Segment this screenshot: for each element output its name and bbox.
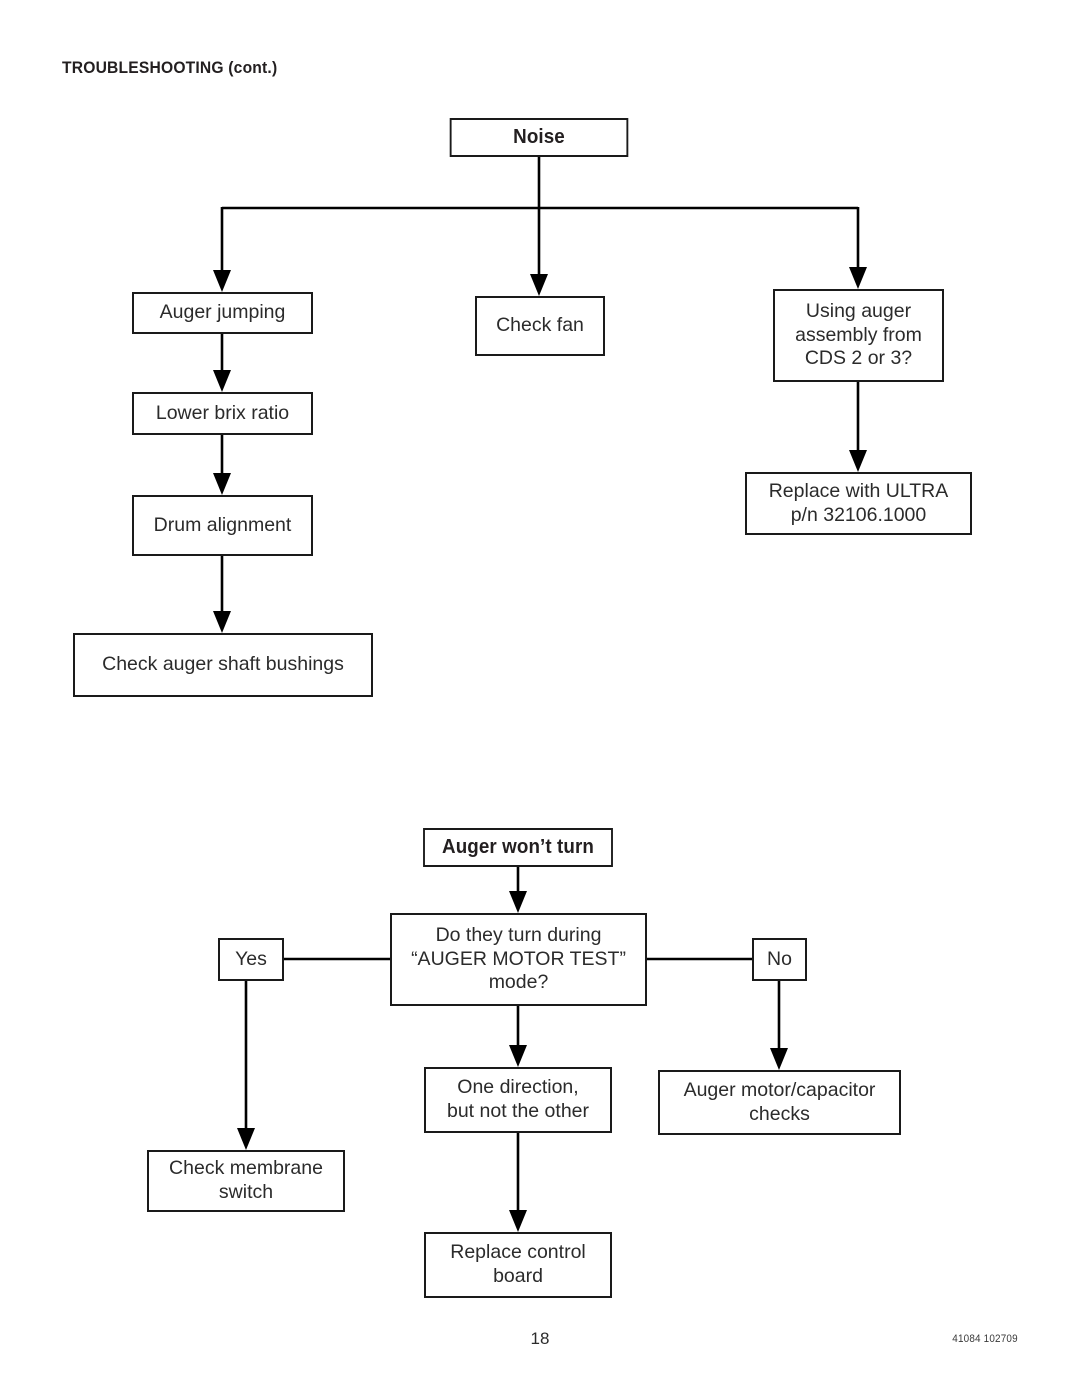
node-label: Do they turn during “AUGER MOTOR TEST” m…	[411, 924, 626, 994]
page-number: 18	[530, 1329, 550, 1348]
node-replace-with-ultra[interactable]: Replace with ULTRA p/n 32106.1000	[745, 472, 972, 535]
node-label: Yes	[235, 947, 267, 970]
node-drum-alignment[interactable]: Drum alignment	[132, 495, 313, 556]
node-lower-brix-ratio[interactable]: Lower brix ratio	[132, 392, 313, 435]
node-label: Lower brix ratio	[155, 401, 290, 424]
document-page: TROUBLESHOOTING (cont.) Noise Auger jump…	[0, 0, 1080, 1397]
node-label: Replace with ULTRA p/n 32106.1000	[768, 479, 949, 526]
node-label: Auger won’t turn	[442, 836, 594, 859]
document-code: 41084 102709	[952, 1333, 1018, 1345]
node-label: No	[767, 947, 792, 970]
node-label: Noise	[513, 126, 565, 149]
node-label: Using auger assembly from CDS 2 or 3?	[795, 300, 922, 370]
node-auger-motor-test-decision[interactable]: Do they turn during “AUGER MOTOR TEST” m…	[390, 913, 647, 1006]
node-label: Replace control board	[450, 1241, 586, 1287]
node-answer-no[interactable]: No	[752, 938, 807, 981]
node-check-auger-shaft-bushings[interactable]: Check auger shaft bushings	[73, 633, 373, 697]
node-label: One direction, but not the other	[446, 1076, 590, 1122]
node-auger-wont-turn[interactable]: Auger won’t turn	[423, 828, 613, 867]
node-one-direction[interactable]: One direction, but not the other	[424, 1067, 612, 1133]
node-answer-yes[interactable]: Yes	[218, 938, 284, 981]
node-label: Drum alignment	[153, 513, 292, 536]
node-label: Check membrane switch	[169, 1157, 323, 1203]
node-label: Check fan	[496, 314, 584, 337]
node-label: Auger motor/capacitor checks	[683, 1078, 876, 1125]
node-noise[interactable]: Noise	[449, 118, 629, 157]
node-auger-motor-capacitor-checks[interactable]: Auger motor/capacitor checks	[658, 1070, 901, 1135]
node-check-membrane-switch[interactable]: Check membrane switch	[147, 1150, 345, 1212]
node-replace-control-board[interactable]: Replace control board	[424, 1232, 612, 1298]
node-check-fan[interactable]: Check fan	[475, 296, 605, 356]
node-label: Check auger shaft bushings	[102, 653, 344, 676]
node-using-auger-assembly[interactable]: Using auger assembly from CDS 2 or 3?	[773, 289, 944, 382]
node-auger-jumping[interactable]: Auger jumping	[132, 292, 313, 334]
node-label: Auger jumping	[159, 301, 286, 324]
